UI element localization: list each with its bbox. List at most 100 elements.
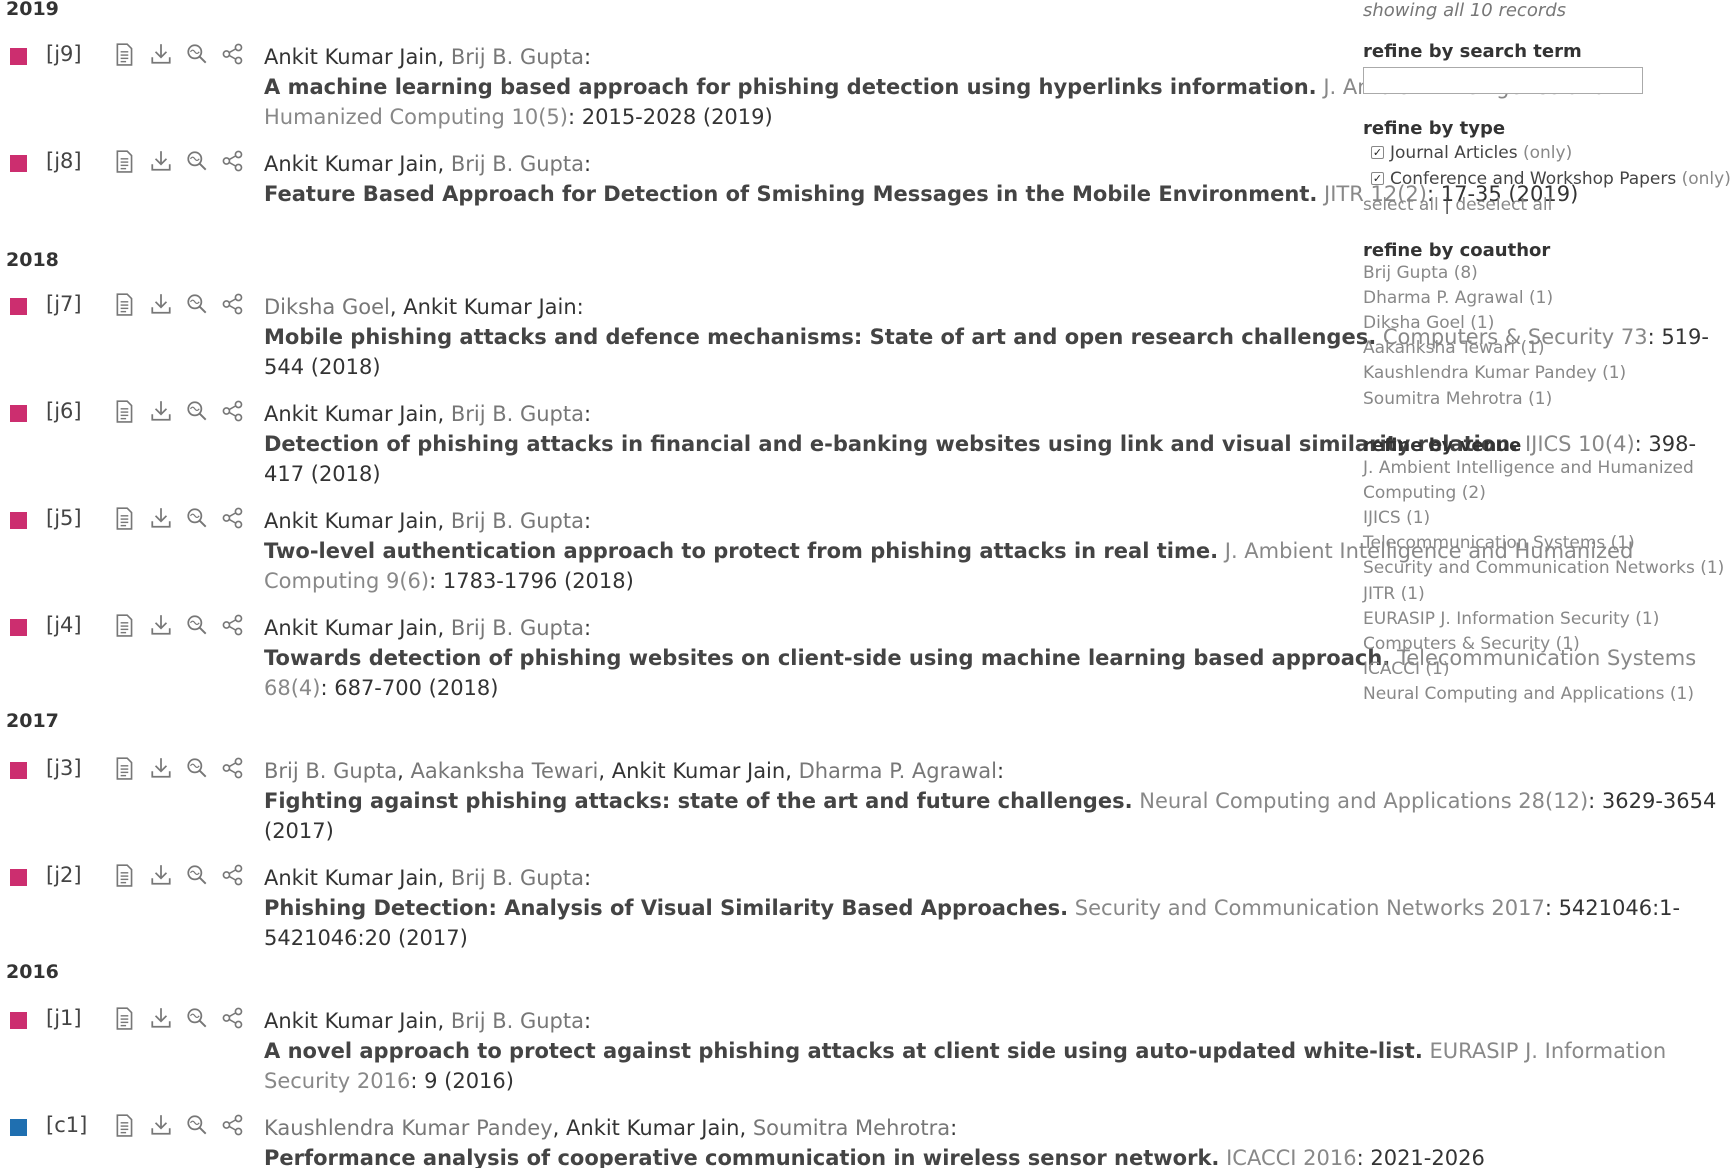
search-cite-icon[interactable] bbox=[185, 863, 209, 887]
author-name[interactable]: Aakanksha Tewari bbox=[411, 759, 599, 783]
type-journal-label[interactable]: Journal Articles bbox=[1390, 143, 1518, 163]
author-name[interactable]: Kaushlendra Kumar Pandey bbox=[264, 1116, 553, 1140]
author-name[interactable]: Brij B. Gupta bbox=[264, 759, 397, 783]
venue-filter-link[interactable]: J. Ambient Intelligence and Humanized bbox=[1363, 456, 1694, 481]
coauthor-filter-link[interactable]: Soumitra Mehrotra (1) bbox=[1363, 387, 1552, 412]
search-cite-icon[interactable] bbox=[185, 149, 209, 173]
publication-venue[interactable]: Neural Computing and Applications 28(12) bbox=[1139, 789, 1588, 813]
entry-tools bbox=[113, 613, 248, 643]
share-icon[interactable] bbox=[221, 613, 245, 637]
search-term-input[interactable] bbox=[1363, 67, 1643, 94]
venue-filter-link[interactable]: Computing (2) bbox=[1363, 481, 1486, 506]
download-icon[interactable] bbox=[149, 399, 173, 423]
document-icon[interactable] bbox=[113, 42, 137, 66]
year-heading: 2018 bbox=[6, 249, 59, 271]
journal-type-marker bbox=[10, 1012, 27, 1029]
venue-filter-link[interactable]: Security and Communication Networks (1) bbox=[1363, 556, 1724, 581]
download-icon[interactable] bbox=[149, 292, 173, 316]
author-name[interactable]: Brij B. Gupta bbox=[451, 616, 584, 640]
download-icon[interactable] bbox=[149, 756, 173, 780]
author-name[interactable]: Brij B. Gupta bbox=[451, 1009, 584, 1033]
share-icon[interactable] bbox=[221, 292, 245, 316]
share-icon[interactable] bbox=[221, 756, 245, 780]
venue-filter-link[interactable]: ICACCI (1) bbox=[1363, 657, 1449, 682]
document-icon[interactable] bbox=[113, 613, 137, 637]
type-journal-only-link[interactable]: (only) bbox=[1523, 143, 1572, 163]
coauthor-filter-link[interactable]: Brij Gupta (8) bbox=[1363, 261, 1478, 286]
download-icon[interactable] bbox=[149, 42, 173, 66]
journal-type-marker bbox=[10, 512, 27, 529]
type-conference-only-link[interactable]: (only) bbox=[1682, 169, 1731, 189]
share-icon[interactable] bbox=[221, 506, 245, 530]
author-name[interactable]: Dharma P. Agrawal bbox=[799, 759, 997, 783]
checkbox-journal[interactable]: ✓ bbox=[1371, 146, 1384, 159]
share-icon[interactable] bbox=[221, 1006, 245, 1030]
search-cite-icon[interactable] bbox=[185, 506, 209, 530]
author-name[interactable]: Brij B. Gupta bbox=[451, 866, 584, 890]
author-name[interactable]: Diksha Goel bbox=[264, 295, 390, 319]
entry-tools bbox=[113, 42, 248, 72]
search-cite-icon[interactable] bbox=[185, 1006, 209, 1030]
coauthor-filter-link[interactable]: Kaushlendra Kumar Pandey (1) bbox=[1363, 361, 1626, 386]
publication-venue[interactable]: ICACCI 2016 bbox=[1226, 1146, 1357, 1168]
author-name[interactable]: Soumitra Mehrotra bbox=[753, 1116, 950, 1140]
document-icon[interactable] bbox=[113, 149, 137, 173]
search-cite-icon[interactable] bbox=[185, 399, 209, 423]
deselect-all-link[interactable]: deselect all bbox=[1455, 195, 1552, 215]
author-name: Ankit Kumar Jain bbox=[264, 866, 438, 890]
document-icon[interactable] bbox=[113, 1006, 137, 1030]
venue-filter-link[interactable]: Computers & Security (1) bbox=[1363, 632, 1580, 657]
download-icon[interactable] bbox=[149, 613, 173, 637]
publication-venue[interactable]: Security and Communication Networks 2017 bbox=[1075, 896, 1545, 920]
venue-filter-link[interactable]: IJICS (1) bbox=[1363, 506, 1430, 531]
share-icon[interactable] bbox=[221, 863, 245, 887]
document-icon[interactable] bbox=[113, 399, 137, 423]
entry-key: [j4] bbox=[46, 613, 82, 637]
share-icon[interactable] bbox=[221, 1113, 245, 1137]
search-cite-icon[interactable] bbox=[185, 613, 209, 637]
venue-filter-link[interactable]: EURASIP J. Information Security (1) bbox=[1363, 607, 1659, 632]
download-icon[interactable] bbox=[149, 506, 173, 530]
journal-type-marker bbox=[10, 762, 27, 779]
share-icon[interactable] bbox=[221, 42, 245, 66]
coauthor-heading: refine by coauthor bbox=[1363, 240, 1551, 261]
type-journal-row[interactable]: ✓ Journal Articles (only) bbox=[1363, 143, 1572, 163]
checkbox-conference[interactable]: ✓ bbox=[1371, 172, 1384, 185]
search-cite-icon[interactable] bbox=[185, 292, 209, 316]
select-all-link[interactable]: select all bbox=[1363, 195, 1439, 215]
search-cite-icon[interactable] bbox=[185, 1113, 209, 1137]
coauthor-filter-link[interactable]: Diksha Goel (1) bbox=[1363, 311, 1494, 336]
entry-tools bbox=[113, 399, 248, 429]
share-icon[interactable] bbox=[221, 399, 245, 423]
download-icon[interactable] bbox=[149, 1113, 173, 1137]
type-conference-row[interactable]: ✓ Conference and Workshop Papers (only) bbox=[1363, 169, 1731, 189]
document-icon[interactable] bbox=[113, 1113, 137, 1137]
document-icon[interactable] bbox=[113, 506, 137, 530]
entry-tools bbox=[113, 149, 248, 179]
author-name: Ankit Kumar Jain bbox=[264, 152, 438, 176]
document-icon[interactable] bbox=[113, 756, 137, 780]
coauthor-filter-link[interactable]: Dharma P. Agrawal (1) bbox=[1363, 286, 1553, 311]
year-heading: 2019 bbox=[6, 0, 59, 20]
document-icon[interactable] bbox=[113, 863, 137, 887]
author-name[interactable]: Brij B. Gupta bbox=[451, 152, 584, 176]
author-name[interactable]: Brij B. Gupta bbox=[451, 402, 584, 426]
select-separator: | bbox=[1444, 195, 1450, 215]
publication-entry: [j1] Ankit Kumar Jain, Brij B. Gupta: A no… bbox=[0, 1006, 1733, 1106]
author-name[interactable]: Brij B. Gupta bbox=[451, 45, 584, 69]
download-icon[interactable] bbox=[149, 1006, 173, 1030]
download-icon[interactable] bbox=[149, 149, 173, 173]
coauthor-filter-link[interactable]: Aakanksha Tewari (1) bbox=[1363, 336, 1545, 361]
venue-heading: refine by venue bbox=[1363, 435, 1522, 456]
share-icon[interactable] bbox=[221, 149, 245, 173]
venue-filter-link[interactable]: Neural Computing and Applications (1) bbox=[1363, 682, 1694, 707]
download-icon[interactable] bbox=[149, 863, 173, 887]
document-icon[interactable] bbox=[113, 292, 137, 316]
author-name[interactable]: Brij B. Gupta bbox=[451, 509, 584, 533]
search-cite-icon[interactable] bbox=[185, 42, 209, 66]
publication-title: Detection of phishing attacks in financi… bbox=[264, 432, 1519, 456]
venue-filter-link[interactable]: JITR (1) bbox=[1363, 582, 1425, 607]
venue-filter-link[interactable]: Telecommunication Systems (1) bbox=[1363, 531, 1635, 556]
search-cite-icon[interactable] bbox=[185, 756, 209, 780]
type-conference-label[interactable]: Conference and Workshop Papers bbox=[1390, 169, 1676, 189]
